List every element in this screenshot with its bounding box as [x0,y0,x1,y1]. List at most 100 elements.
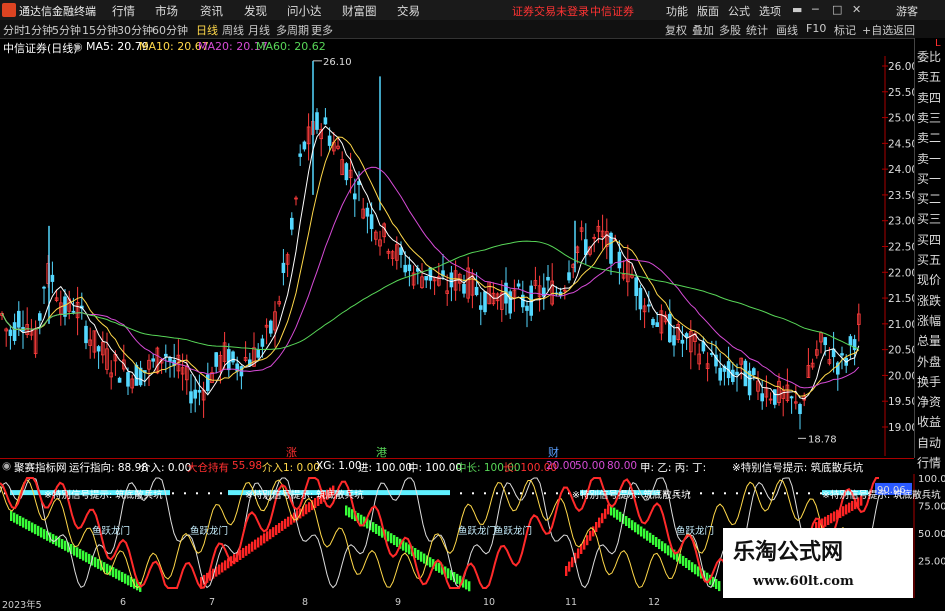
guest-user[interactable]: 游客 [896,3,918,19]
menu-item-ask[interactable]: 问小达 [287,3,322,19]
ribbon-bar [28,520,31,531]
price-tick-label: 24.00 [888,164,914,176]
ribbon-bar [64,540,67,551]
ribbon-bar [348,507,351,518]
close-icon[interactable]: ✕ [852,3,861,16]
indicator-value: 50.00 [575,460,606,472]
period-weekly[interactable]: 周线 [222,22,244,38]
price-tick-label: 19.00 [888,422,914,434]
price-tick-label: 23.50 [888,190,914,202]
toolbar-add-watchlist[interactable]: +自选 [862,22,893,38]
toolbar-f10[interactable]: F10 [806,22,826,35]
toolbar-back[interactable]: 返回 [893,22,915,38]
period-daily[interactable]: 日线 [196,22,218,38]
toolbar-mark[interactable]: 标记 [834,22,856,38]
indicator-tag: 财 [548,446,559,459]
order-book-row: 总量 [917,334,942,349]
ribbon-bar [112,567,115,578]
menu-item-formula[interactable]: 公式 [728,3,750,19]
ribbon-bar [248,543,251,554]
ribbon-bar [94,557,97,568]
toolbar-restore-rights[interactable]: 复权 [665,22,687,38]
candle-body [567,272,571,281]
menu-item-wealth[interactable]: 财富圈 [342,3,377,19]
candle-body [474,286,479,296]
indicator-tick-label: 100.00 [918,474,945,485]
toolbar-overlay[interactable]: 叠加 [692,22,714,38]
candle-body [231,351,235,363]
indicator-tick-label: 25.00 [918,557,945,568]
period-multi[interactable]: 多周期 [276,22,309,38]
ribbon-bar [88,553,91,564]
ribbon-bar [634,522,637,533]
period-30min[interactable]: 30分钟 [117,22,153,38]
indicator-value: 进: 100.00 [358,462,413,474]
candle-body [718,367,722,381]
menu-item-layout[interactable]: 版面 [697,3,719,19]
signal-dot [556,492,558,495]
ribbon-bar [688,560,691,571]
menu-item-trade[interactable]: 交易 [397,3,420,19]
settings-icon[interactable]: ◉ [73,40,83,53]
ribbon-bar [13,512,16,523]
candle-body [462,283,466,294]
toolbar-draw[interactable]: 画线 [776,22,798,38]
candle-body [327,135,332,146]
price-tick-label: 23.00 [888,216,914,228]
menu-item-quotes[interactable]: 行情 [112,3,135,19]
broker-name[interactable]: 中信证券 [590,3,634,19]
ribbon-bar [76,547,79,558]
price-tick-label: 22.00 [888,267,914,279]
ribbon-bar [613,507,616,518]
order-book-row: 卖五 [917,70,942,85]
app-title: 通达信金融终端 [19,5,96,18]
period-5min[interactable]: 5分钟 [52,22,81,38]
ribbon-bar [387,531,390,542]
menu-item-news[interactable]: 资讯 [200,3,223,19]
period-60min[interactable]: 60分钟 [152,22,188,38]
ribbon-bar [640,526,643,537]
period-monthly[interactable]: 月线 [248,22,270,38]
period-1min[interactable]: 1分钟 [24,22,53,38]
menu-item-market[interactable]: 市场 [155,3,178,19]
menu-item-function[interactable]: 功能 [666,3,688,19]
candle-body [84,325,88,344]
ribbon-bar [848,502,851,513]
signal-dot [700,492,702,495]
candle-body [226,349,231,371]
ribbon-bar [224,560,227,571]
ribbon-bar [351,509,354,520]
toolbar-multi-stock[interactable]: 多股 [719,22,741,38]
candlestick-chart[interactable]: 26.00 25.50 25.00 24.50 24.00 23.50 23.00 22.50… [0,56,914,456]
ribbon-bar [251,541,254,552]
candle-body [508,291,512,314]
trade-login-status[interactable]: 证券交易未登录 [512,3,589,19]
order-book-row: 涨跌 [917,293,942,308]
candle-body [168,357,172,362]
indicator-signal-label: 鱼跃龙门 [190,525,228,537]
menu-item-discover[interactable]: 发现 [244,3,267,19]
ribbon-bar [568,561,571,572]
period-intraday[interactable]: 分时 [3,22,25,38]
indicator-settings-icon[interactable]: ◉ [2,460,11,472]
ribbon-bar [263,533,266,544]
restore-icon[interactable]: □ [832,3,842,16]
indicator-signal-label: 鱼跃龙门 [676,525,714,537]
ribbon-bar [22,517,25,528]
ribbon-bar [127,575,130,586]
toolbar-statistics[interactable]: 统计 [746,22,768,38]
candle-body [289,217,294,230]
ribbon-bar [272,527,275,538]
candle-body [151,358,156,362]
order-book-row: 涨幅 [917,313,942,328]
minimize-icon[interactable]: ─ [812,3,819,16]
period-15min[interactable]: 15分钟 [82,22,118,38]
ribbon-bar [82,550,85,561]
ribbon-bar [260,535,263,546]
menu-item-options[interactable]: 选项 [759,3,781,19]
period-more[interactable]: 更多 [311,22,333,38]
ribbon-bar [637,524,640,535]
menu-icon[interactable]: ▬ [792,3,802,16]
order-book-row: 买四 [917,232,942,247]
ribbon-bar [121,572,124,583]
